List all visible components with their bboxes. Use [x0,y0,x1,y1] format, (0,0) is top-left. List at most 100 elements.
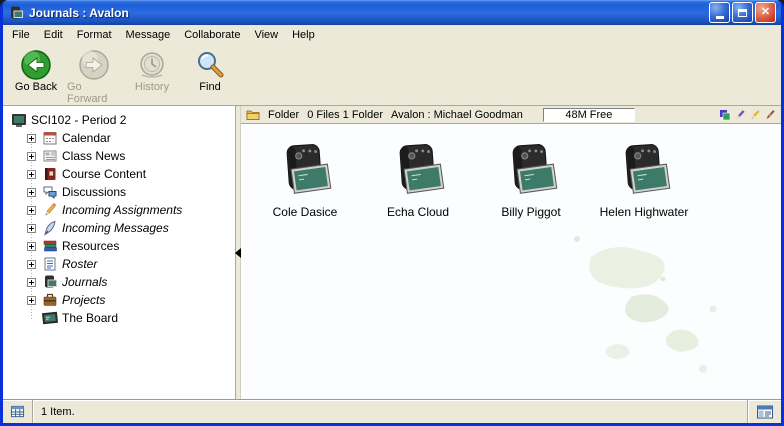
journal-label: Helen Highwater [600,205,689,219]
magnifier-icon [194,49,226,81]
journal-book-icon [502,140,560,202]
map-watermark [513,219,753,399]
menu-item-format[interactable]: Format [70,26,119,44]
free-space-field: 48M Free [543,108,635,122]
tree-item-journals[interactable]: Journals [3,273,235,291]
journal-item[interactable]: Helen Highwater [592,140,696,219]
journal-book-icon [42,274,58,290]
pencil-icon [42,202,58,218]
class-monitor-icon [11,112,27,128]
tree-root-label: SCI102 - Period 2 [31,113,126,127]
projects-icon [42,292,58,308]
expander-icon[interactable] [27,206,36,215]
chalkboard-icon [42,310,58,326]
journal-label: Cole Dasice [273,205,338,219]
toolbar: Go Back Go Forward History [3,45,781,106]
folder-icon [246,108,260,121]
items-table-icon[interactable] [10,404,25,419]
main-area: SCI102 - Period 2 Calendar Class N [3,106,781,399]
tree-item-label: Incoming Assignments [62,203,182,217]
tree-item-course-content[interactable]: Course Content [3,165,235,183]
tree-item-label: Roster [62,257,97,271]
course-book-icon [42,166,58,182]
find-label: Find [199,81,220,93]
minimize-button[interactable] [709,2,730,23]
view-layout-icon[interactable] [756,404,774,420]
menu-item-edit[interactable]: Edit [37,26,70,44]
tree-item-resources[interactable]: Resources [3,237,235,255]
app-window: Journals : Avalon ✕ File Edit Format Mes… [0,0,784,426]
status-left-cell [3,400,33,423]
close-button[interactable]: ✕ [755,2,776,23]
expander-spacer [27,314,36,323]
tree-root-class[interactable]: SCI102 - Period 2 [3,111,235,129]
menu-item-collaborate[interactable]: Collaborate [177,26,247,44]
tree-item-calendar[interactable]: Calendar [3,129,235,147]
menubar: File Edit Format Message Collaborate Vie… [3,25,781,45]
menu-item-view[interactable]: View [247,26,285,44]
expander-icon[interactable] [27,152,36,161]
minimize-icon [716,16,724,19]
journal-book-icon [615,140,673,202]
titlebar[interactable]: Journals : Avalon ✕ [3,0,781,25]
quill-icon [42,220,58,236]
app-icon [8,5,24,21]
tree-item-the-board[interactable]: The Board [3,309,235,327]
tree-item-label: Journals [62,275,107,289]
journal-item[interactable]: Echa Cloud [366,140,470,219]
expander-icon[interactable] [27,224,36,233]
marker-icon[interactable] [734,109,746,121]
expander-icon[interactable] [27,134,36,143]
expander-icon[interactable] [27,170,36,179]
journal-label: Billy Piggot [501,205,560,219]
go-back-button[interactable]: Go Back [9,48,63,93]
window-title: Journals : Avalon [29,6,704,20]
close-icon: ✕ [761,7,770,18]
folder-info-bar: Folder 0 Files 1 Folder Avalon : Michael… [241,106,781,124]
go-forward-label: Go Forward [67,81,121,105]
history-label: History [135,81,169,93]
statusbar: 1 Item. [3,399,781,423]
tree-item-label: Projects [62,293,105,307]
folder-content-area[interactable]: Cole Dasice [241,124,781,399]
tree-item-roster[interactable]: Roster [3,255,235,273]
status-item-count: 1 Item. [33,406,747,418]
folder-type-label: Folder [268,109,299,121]
expander-icon[interactable] [27,242,36,251]
journal-item[interactable]: Cole Dasice [253,140,357,219]
layers-icon[interactable] [719,109,731,121]
tree-item-label: Class News [62,149,125,163]
maximize-button[interactable] [732,2,753,23]
newspaper-icon [42,148,58,164]
tree-item-incoming-assignments[interactable]: Incoming Assignments [3,201,235,219]
menu-item-file[interactable]: File [5,26,37,44]
tree-item-label: Incoming Messages [62,221,169,235]
expander-icon[interactable] [27,296,36,305]
go-back-label: Go Back [15,81,57,93]
folder-panel: Folder 0 Files 1 Folder Avalon : Michael… [241,106,781,399]
maximize-icon [738,9,747,17]
expander-icon[interactable] [27,188,36,197]
tree-item-label: Resources [62,239,119,253]
status-right-cell [747,400,781,423]
pencil-icon[interactable] [749,109,761,121]
expander-icon[interactable] [27,260,36,269]
tree-item-discussions[interactable]: Discussions [3,183,235,201]
expander-icon[interactable] [27,278,36,287]
folder-action-icons [719,109,776,121]
find-button[interactable]: Find [183,48,237,93]
history-button: History [125,48,179,93]
menu-item-message[interactable]: Message [119,26,178,44]
menu-item-help[interactable]: Help [285,26,322,44]
tree-item-label: The Board [62,311,118,325]
window-controls: ✕ [709,2,776,23]
journal-list: Cole Dasice [253,140,696,219]
tree-item-incoming-messages[interactable]: Incoming Messages [3,219,235,237]
go-forward-button: Go Forward [67,48,121,105]
calendar-icon [42,130,58,146]
course-tree-panel: SCI102 - Period 2 Calendar Class N [3,106,236,399]
journal-item[interactable]: Billy Piggot [479,140,583,219]
brush-icon[interactable] [764,109,776,121]
tree-item-projects[interactable]: Projects [3,291,235,309]
tree-item-class-news[interactable]: Class News [3,147,235,165]
